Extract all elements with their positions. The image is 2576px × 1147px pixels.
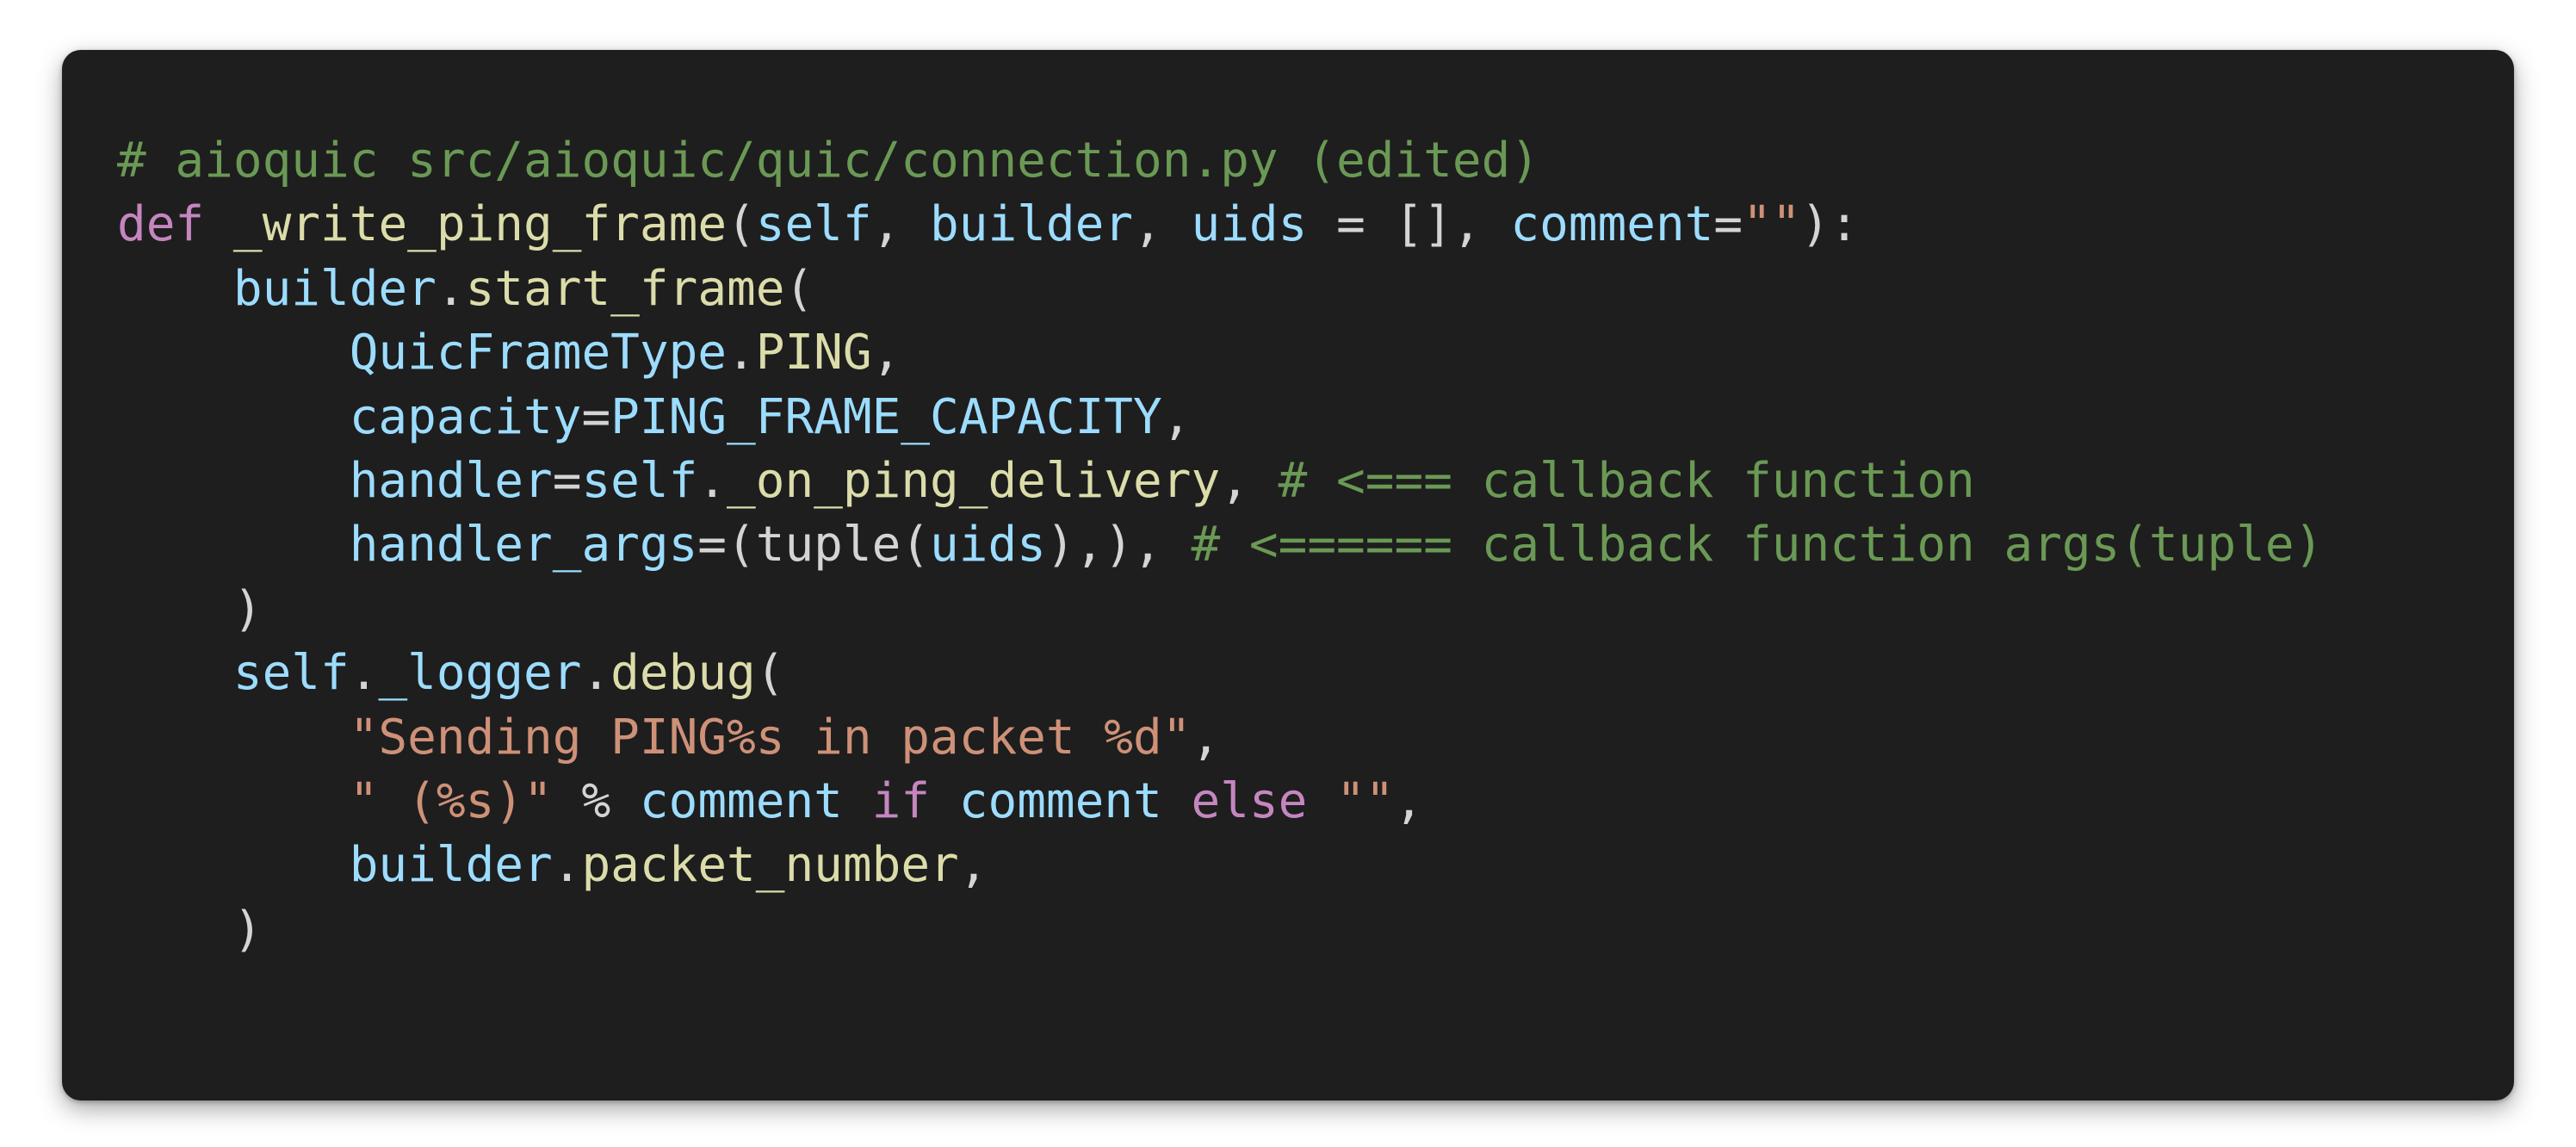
code-token: comment (1510, 196, 1714, 253)
code-token: . (727, 325, 756, 381)
code-token: self (232, 645, 350, 702)
code-token: uids (1191, 196, 1308, 253)
code-token: capacity (349, 388, 582, 445)
code-token: ): (1800, 196, 1859, 253)
code-token: uids (930, 517, 1046, 574)
code-line: ) (117, 578, 2514, 642)
code-token: , (1394, 772, 1424, 829)
code-line: ) (117, 898, 2514, 962)
code-token: QuicFrameType (349, 325, 728, 381)
code-token: = (581, 388, 611, 445)
code-token: comment (958, 772, 1162, 829)
code-token: . (436, 260, 466, 317)
code-token: ( (755, 645, 785, 702)
code-token: = [], (1307, 196, 1511, 253)
code-token: . (349, 645, 379, 702)
code-token: , (871, 196, 931, 253)
page: # aioquic src/aioquic/quic/connection.py… (0, 0, 2576, 1147)
code-token: . (552, 837, 582, 894)
code-token: _logger (378, 645, 582, 702)
code-token: handler_args (349, 517, 698, 574)
code-line: self._logger.debug( (117, 642, 2514, 705)
code-line: builder.start_frame( (117, 257, 2514, 321)
code-token: builder (349, 837, 553, 894)
code-token: ) (117, 901, 263, 958)
code-token: builder (232, 260, 437, 317)
code-token: # <=== callback function (1278, 452, 1975, 509)
code-listing: # aioquic src/aioquic/quic/connection.py… (117, 129, 2514, 962)
code-token: ( (784, 260, 814, 317)
code-block: # aioquic src/aioquic/quic/connection.py… (62, 50, 2514, 1100)
code-token: PING_FRAME_CAPACITY (610, 388, 1162, 445)
code-token: packet_number (581, 837, 959, 894)
code-token: handler (349, 452, 553, 509)
code-token: "" (1743, 196, 1801, 253)
code-line: " (%s)" % comment if comment else "", (117, 770, 2514, 834)
code-token: = (552, 452, 582, 509)
code-token: . (697, 452, 728, 509)
code-token: builder (930, 196, 1134, 253)
code-token: ),), (1045, 517, 1192, 574)
code-token: ( (727, 196, 756, 253)
code-token: =( (697, 517, 756, 574)
code-line: "Sending PING%s in packet %d", (117, 706, 2514, 770)
code-token: , (1133, 196, 1192, 253)
code-token: if (871, 772, 931, 829)
code-token: , (1220, 452, 1279, 509)
code-line: # aioquic src/aioquic/quic/connection.py… (117, 129, 2514, 193)
code-token: ( (901, 517, 931, 574)
code-line: QuicFrameType.PING, (117, 321, 2514, 385)
code-line: def _write_ping_frame(self, builder, uid… (117, 193, 2514, 257)
code-token: debug (610, 645, 756, 702)
code-token: "Sending PING%s in packet %d" (349, 709, 1192, 766)
code-token: , (958, 837, 988, 894)
code-token: = (1713, 196, 1743, 253)
code-token: else (1191, 772, 1308, 829)
code-token: "" (1336, 772, 1395, 829)
code-token: comment (639, 772, 843, 829)
code-line: builder.packet_number, (117, 834, 2514, 897)
code-token: # aioquic src/aioquic/quic/connection.py… (117, 133, 1540, 189)
code-line: handler=self._on_ping_delivery, # <=== c… (117, 450, 2514, 513)
code-token: self (755, 196, 872, 253)
code-token: " (%s)" (349, 772, 553, 829)
code-token: _write_ping_frame (232, 196, 728, 253)
code-token: tuple (755, 517, 901, 574)
code-token: , (1161, 388, 1192, 445)
code-token: % (552, 772, 640, 829)
code-line: handler_args=(tuple(uids),), # <====== c… (117, 513, 2514, 577)
code-token: self (581, 452, 698, 509)
code-token: start_frame (465, 260, 785, 317)
code-token: , (1191, 709, 1221, 766)
code-token: ) (117, 580, 263, 637)
code-token: , (871, 325, 901, 381)
code-token: PING (755, 325, 872, 381)
code-token: . (581, 645, 611, 702)
code-token: def (117, 196, 205, 253)
code-token: _on_ping_delivery (727, 452, 1221, 509)
code-line: capacity=PING_FRAME_CAPACITY, (117, 386, 2514, 450)
code-token: # <====== callback function args(tuple) (1191, 517, 2324, 574)
